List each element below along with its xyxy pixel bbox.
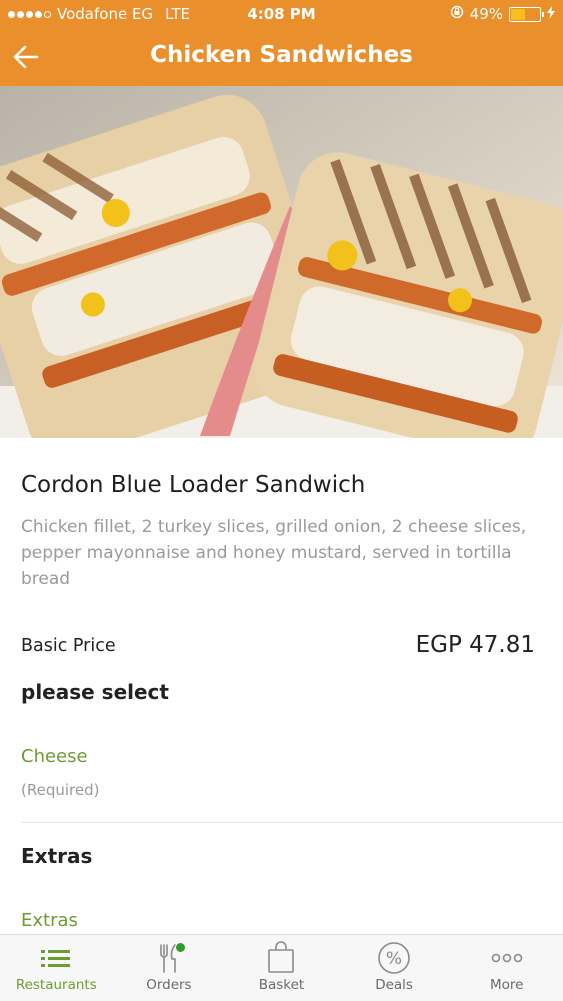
nav-header: Chicken Sandwiches xyxy=(0,28,563,86)
status-right: 49% xyxy=(450,5,555,23)
divider xyxy=(21,822,563,823)
item-name: Cordon Blue Loader Sandwich xyxy=(21,472,366,498)
tab-basket[interactable]: Basket xyxy=(225,935,338,1001)
percent-icon: % xyxy=(376,941,412,975)
select-heading: please select xyxy=(21,680,169,704)
required-label: (Required) xyxy=(21,781,100,799)
item-description: Chicken fillet, 2 turkey slices, grilled… xyxy=(21,517,527,589)
tab-more[interactable]: More xyxy=(450,935,563,1001)
tab-label-restaurants: Restaurants xyxy=(15,977,97,993)
svg-text:%: % xyxy=(386,949,402,969)
battery-percent: 49% xyxy=(469,5,503,23)
tab-label-basket: Basket xyxy=(258,977,305,993)
tab-label-deals: Deals xyxy=(375,977,413,993)
price-value: EGP 47.81 xyxy=(415,632,535,658)
tab-label-more: More xyxy=(489,977,524,993)
rotation-lock-icon xyxy=(450,5,464,23)
bag-icon xyxy=(263,941,299,975)
notification-dot xyxy=(175,943,185,952)
more-dots-icon xyxy=(489,941,525,975)
tab-orders[interactable]: Orders xyxy=(113,935,226,1001)
page-title: Chicken Sandwiches xyxy=(150,42,413,68)
battery-icon xyxy=(509,6,544,22)
item-details: Cordon Blue Loader Sandwich Chicken fill… xyxy=(0,438,563,934)
tab-deals[interactable]: % Deals xyxy=(338,935,451,1001)
list-icon xyxy=(38,941,74,975)
status-bar: Vodafone EG LTE 4:08 PM 49% xyxy=(0,0,563,28)
tab-label-orders: Orders xyxy=(146,977,192,993)
sandwich-photo xyxy=(0,86,563,438)
price-label: Basic Price xyxy=(21,636,116,656)
tab-restaurants[interactable]: Restaurants xyxy=(0,935,113,1001)
tab-bar: Restaurants Orders Basket % Deals More xyxy=(0,934,563,1001)
cheese-option[interactable]: Cheese xyxy=(21,746,88,767)
extras-heading: Extras xyxy=(21,844,93,868)
charging-icon xyxy=(547,5,555,23)
extras-option[interactable]: Extras xyxy=(21,910,78,931)
